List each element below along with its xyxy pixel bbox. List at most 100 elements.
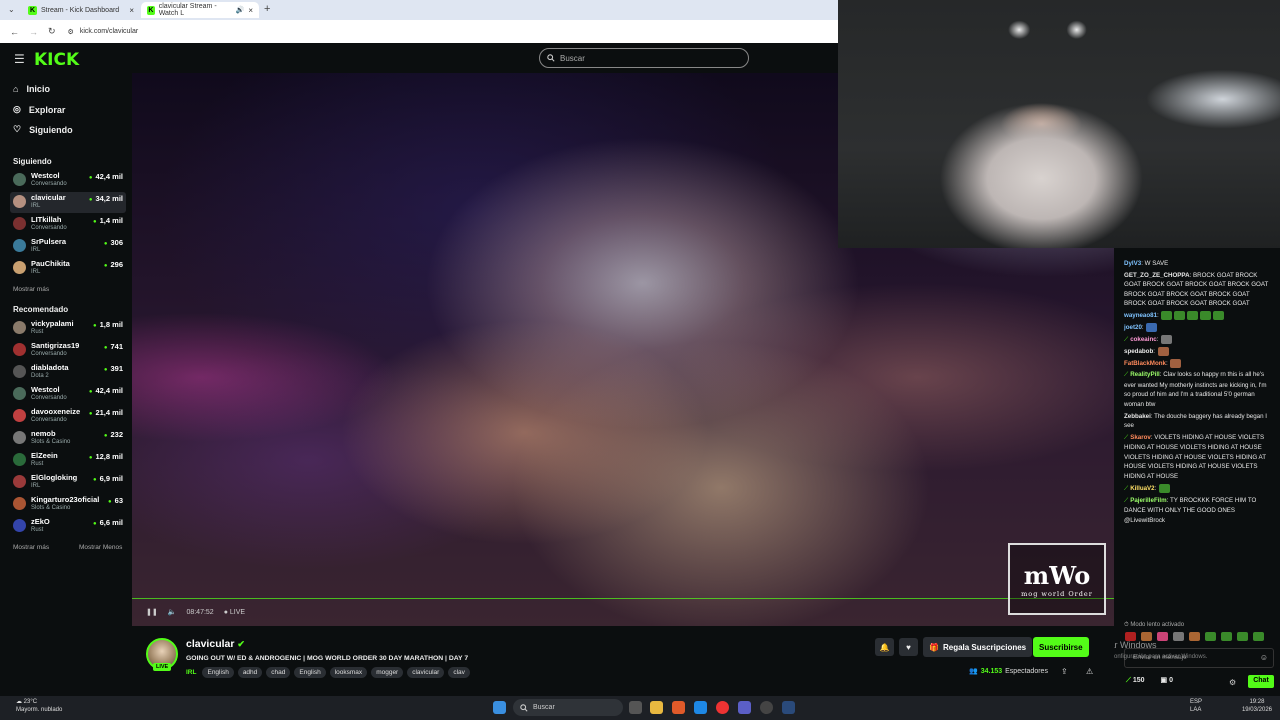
- recommended-channel[interactable]: ElZeein Rust 12,8 mil: [10, 450, 126, 471]
- chat-settings-icon[interactable]: ⚙: [1229, 677, 1236, 689]
- file-explorer-icon[interactable]: [650, 701, 663, 714]
- chat-username[interactable]: cokeainc: [1130, 336, 1156, 343]
- chat-username[interactable]: KilluaV2: [1130, 485, 1154, 492]
- emote-icon: [1174, 311, 1186, 321]
- video-progress-bar[interactable]: [132, 598, 1114, 599]
- chat-username[interactable]: joet20: [1124, 324, 1142, 331]
- following-channel-clavicular[interactable]: clavicular IRL 34,2 mil: [10, 192, 126, 213]
- recommended-channel[interactable]: ElGlogloking IRL 6,9 mil: [10, 472, 126, 493]
- recommended-channel[interactable]: davooxeneize Conversando 21,4 mil: [10, 406, 126, 427]
- menu-icon[interactable]: ☰: [14, 52, 25, 66]
- following-channel-srpulsera[interactable]: SrPulsera IRL 306: [10, 236, 126, 257]
- recommended-channel[interactable]: vickypalami Rust 1,8 mil: [10, 318, 126, 339]
- tag[interactable]: looksmax: [329, 667, 368, 678]
- task-view-icon[interactable]: [629, 701, 642, 714]
- chat-username[interactable]: Skarov: [1130, 434, 1151, 441]
- recommended-show-less[interactable]: Mostrar Menos: [79, 544, 122, 551]
- nav-explore[interactable]: ◎ Explorar: [13, 104, 65, 115]
- forward-icon[interactable]: →: [29, 27, 38, 37]
- emote-icon[interactable]: [1221, 632, 1232, 641]
- tag[interactable]: adhd: [237, 667, 263, 678]
- pause-icon[interactable]: ❚❚: [146, 608, 158, 616]
- site-info-icon[interactable]: ⚙: [68, 28, 74, 36]
- url-field[interactable]: ⚙ kick.com/clavicular: [66, 23, 828, 40]
- recommended-channel[interactable]: Westcol Conversando 42,4 mil: [10, 384, 126, 405]
- streamer-name[interactable]: clavicular ✔: [186, 638, 245, 650]
- chat-username[interactable]: wayneao81: [1124, 312, 1157, 319]
- tag[interactable]: chad: [266, 667, 291, 678]
- search-input[interactable]: [560, 53, 740, 63]
- back-icon[interactable]: ←: [10, 27, 19, 37]
- following-channel-litkillah[interactable]: LITkillah Conversando 1,4 mil: [10, 214, 126, 235]
- follow-heart-button[interactable]: ♥: [899, 638, 918, 656]
- search-bar[interactable]: [539, 48, 749, 68]
- chat-username[interactable]: FatBlackMonk: [1124, 360, 1166, 367]
- emote-icon[interactable]: [1237, 632, 1248, 641]
- tag[interactable]: mogger: [371, 667, 404, 678]
- taskbar-search[interactable]: Buscar: [513, 699, 623, 716]
- emote-icon[interactable]: [1205, 632, 1216, 641]
- live-indicator[interactable]: ● LIVE: [224, 609, 245, 616]
- steam-icon[interactable]: [782, 701, 795, 714]
- language-indicator[interactable]: ESP LAA: [1190, 699, 1202, 715]
- close-tab-icon[interactable]: ×: [248, 6, 253, 15]
- notification-bell-button[interactable]: 🔔: [875, 638, 894, 656]
- emote-icon[interactable]: [1157, 632, 1168, 641]
- emoji-icon[interactable]: ☺: [1260, 652, 1268, 664]
- emote-icon[interactable]: [1173, 632, 1184, 641]
- chat-username[interactable]: PajerilleFilm: [1130, 497, 1166, 504]
- subscribe-button[interactable]: Suscribirse: [1033, 637, 1089, 657]
- chat-username[interactable]: RealityPill: [1130, 371, 1160, 378]
- chat-username[interactable]: Zebbakei: [1124, 413, 1151, 420]
- emote-icon[interactable]: [1189, 632, 1200, 641]
- channel-category: IRL: [31, 203, 41, 209]
- chat-count[interactable]: ▣ 0: [1161, 676, 1173, 687]
- following-channel-westcol[interactable]: Westcol Conversando 42,4 mil: [10, 170, 126, 191]
- emote-icon[interactable]: [1253, 632, 1264, 641]
- recommended-channel[interactable]: Santigrizas19 Conversando 741: [10, 340, 126, 361]
- recommended-channel[interactable]: Kingarturo23oficial Slots & Casino 63: [10, 494, 126, 515]
- chat-username[interactable]: DylV3: [1124, 260, 1141, 267]
- following-show-more[interactable]: Mostrar más: [13, 286, 49, 293]
- weather-widget[interactable]: ☁ 23°C Mayorm. nublado: [16, 699, 62, 715]
- share-icon[interactable]: ⇪: [1061, 667, 1068, 676]
- tag[interactable]: English: [202, 667, 234, 678]
- recommended-channel[interactable]: diabladota Dota 2 391: [10, 362, 126, 383]
- viewer-count: 63: [108, 496, 123, 505]
- brave-icon[interactable]: [672, 701, 685, 714]
- tag[interactable]: clavicular: [407, 667, 445, 678]
- channel-category: Rust: [31, 329, 44, 335]
- audio-playing-icon[interactable]: 🔊: [236, 6, 245, 14]
- channel-points[interactable]: ⟋ 150: [1126, 676, 1145, 687]
- close-tab-icon[interactable]: ×: [129, 6, 134, 15]
- new-tab-button[interactable]: +: [264, 3, 270, 15]
- recommended-channel[interactable]: zEkO Rust 6,6 mil: [10, 516, 126, 537]
- following-channel-pauchikita[interactable]: PauChikita IRL 296: [10, 258, 126, 279]
- obs-icon[interactable]: [760, 701, 773, 714]
- system-clock[interactable]: 19:28 19/03/2026: [1242, 699, 1272, 715]
- tab-list-chevron-icon[interactable]: ⌄: [8, 5, 15, 14]
- nav-home[interactable]: ⌂ Inicio: [13, 84, 50, 94]
- volume-icon[interactable]: 🔈: [168, 608, 177, 616]
- gift-subs-button[interactable]: 🎁 Regala Suscripciones: [923, 637, 1033, 657]
- tag[interactable]: English: [294, 667, 326, 678]
- teams-icon[interactable]: [738, 701, 751, 714]
- tab-clavicular-stream[interactable]: K clavicular Stream - Watch L 🔊 ×: [141, 2, 259, 18]
- recommended-channel[interactable]: nemob Slots & Casino 232: [10, 428, 126, 449]
- nav-following[interactable]: ♡ Siguiendo: [13, 124, 73, 135]
- kick-logo[interactable]: KICK: [34, 50, 79, 70]
- windows-start-icon[interactable]: [493, 701, 506, 714]
- recommended-show-more[interactable]: Mostrar más: [13, 544, 49, 551]
- tab-kick-dashboard[interactable]: K Stream - Kick Dashboard ×: [22, 2, 140, 18]
- chat-username[interactable]: GET_ZO_ZE_CHOPPA: [1124, 272, 1190, 279]
- chat-username[interactable]: spedabob: [1124, 348, 1153, 355]
- chat-send-button[interactable]: Chat: [1248, 675, 1274, 688]
- reload-icon[interactable]: ↻: [48, 26, 56, 37]
- edge-icon[interactable]: [694, 701, 707, 714]
- category-link[interactable]: IRL: [186, 669, 196, 676]
- chrome-icon[interactable]: [716, 701, 729, 714]
- tag[interactable]: clav: [448, 667, 470, 678]
- webcam-overlay: [838, 0, 1280, 248]
- report-icon[interactable]: ⚠: [1086, 667, 1093, 676]
- viewer-count: 391: [104, 364, 123, 373]
